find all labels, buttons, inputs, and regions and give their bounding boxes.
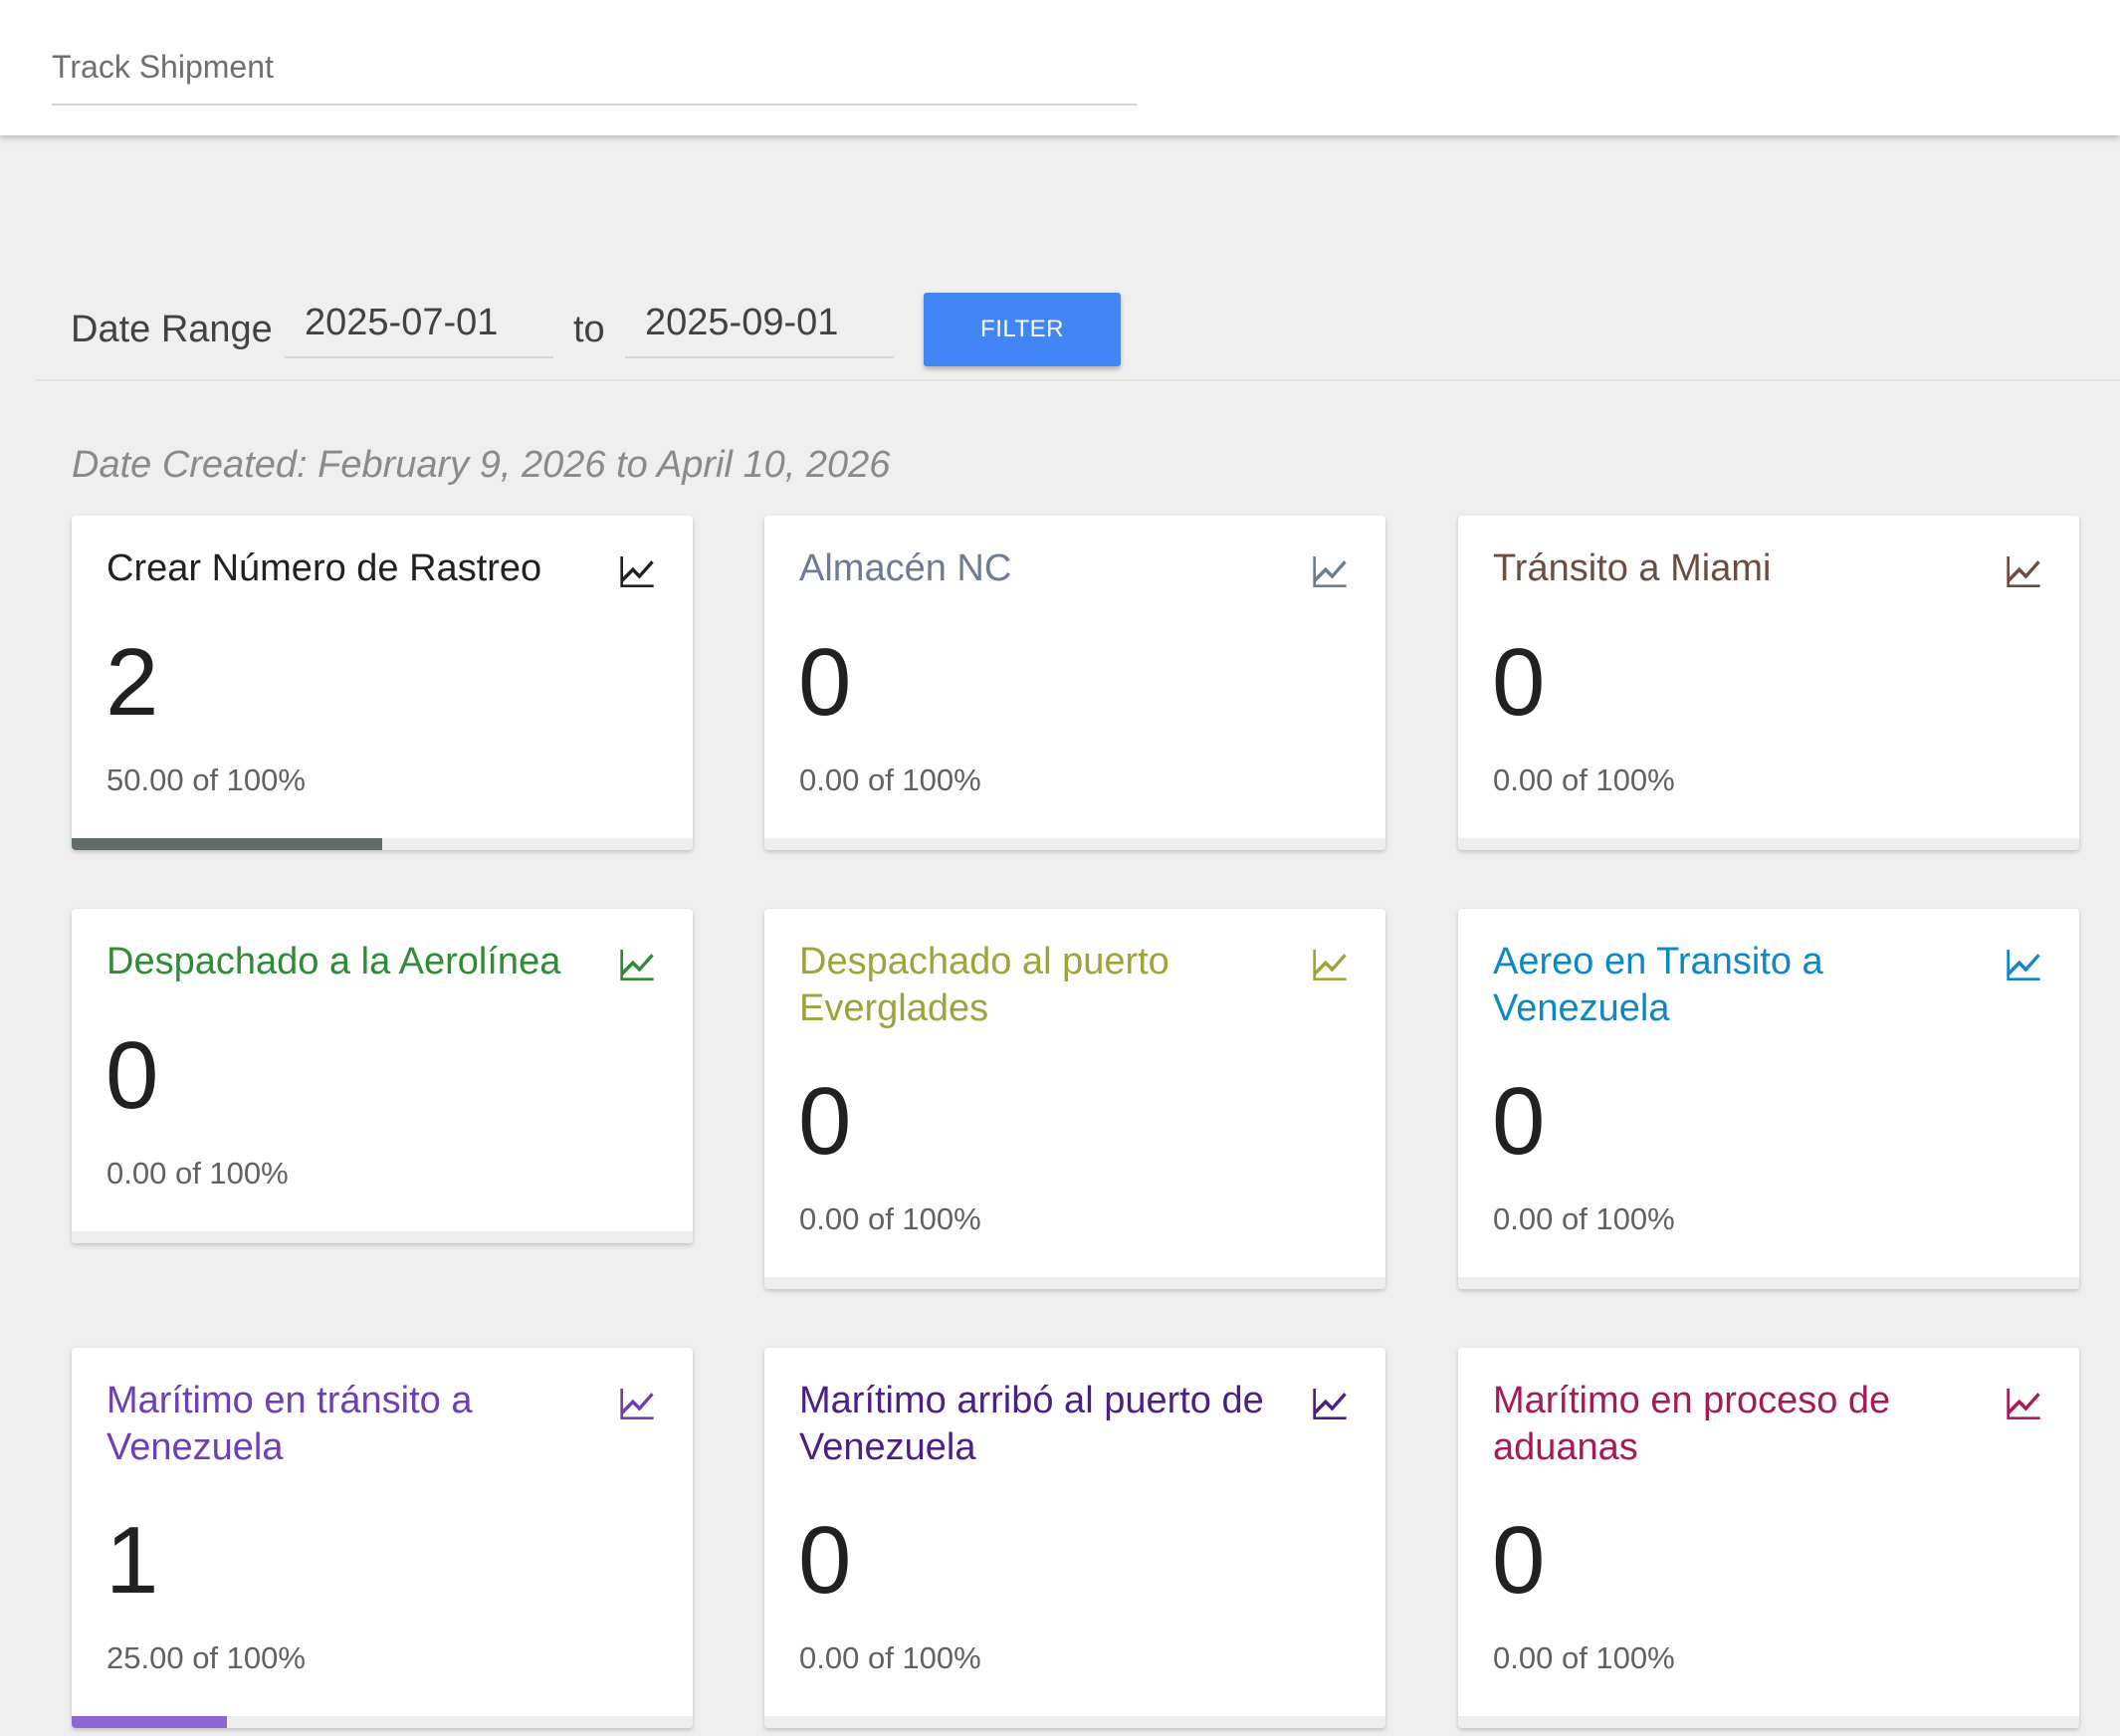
card-count: 1 bbox=[106, 1507, 159, 1614]
card-count: 0 bbox=[106, 1022, 159, 1129]
trending-up-chart-icon[interactable] bbox=[614, 551, 660, 591]
card-count: 0 bbox=[1492, 1068, 1546, 1175]
card-title: Despachado a la Aerolínea bbox=[106, 941, 561, 982]
card-percent: 0.00 of 100% bbox=[1493, 762, 1675, 797]
card-percent: 50.00 of 100% bbox=[106, 762, 306, 797]
trending-up-chart-icon[interactable] bbox=[2001, 945, 2046, 984]
trending-up-chart-icon[interactable] bbox=[2001, 551, 2046, 591]
card-percent: 0.00 of 100% bbox=[799, 762, 981, 797]
progress-track bbox=[1458, 838, 2079, 850]
status-card[interactable]: Tránsito a Miami 0 0.00 of 100% bbox=[1458, 516, 2079, 850]
trending-up-chart-icon[interactable] bbox=[1307, 1384, 1353, 1423]
status-card[interactable]: Marítimo arribó al puerto de Venezuela 0… bbox=[764, 1348, 1385, 1728]
progress-track bbox=[72, 838, 693, 850]
date-from-field[interactable] bbox=[285, 289, 553, 358]
card-percent: 0.00 of 100% bbox=[1493, 1640, 1675, 1675]
date-range-filter: Date Range to FILTER bbox=[0, 289, 2120, 380]
card-count: 0 bbox=[1492, 1507, 1546, 1614]
progress-track bbox=[764, 1277, 1385, 1289]
status-card[interactable]: Marítimo en tránsito a Venezuela 1 25.00… bbox=[72, 1348, 693, 1728]
card-count: 0 bbox=[798, 1068, 852, 1175]
status-card[interactable]: Despachado a la Aerolínea 0 0.00 of 100% bbox=[72, 909, 693, 1243]
progress-track bbox=[764, 1716, 1385, 1728]
card-title: Marítimo en proceso de aduanas bbox=[1493, 1380, 1891, 1468]
card-title: Crear Número de Rastreo bbox=[106, 547, 542, 589]
trending-up-chart-icon[interactable] bbox=[614, 1384, 660, 1423]
progress-track bbox=[1458, 1716, 2079, 1728]
date-to-field[interactable] bbox=[625, 289, 894, 358]
date-range-label: Date Range bbox=[71, 309, 273, 350]
progress-track bbox=[1458, 1277, 2079, 1289]
status-card[interactable]: Despachado al puerto Everglades 0 0.00 o… bbox=[764, 909, 1385, 1289]
card-count: 0 bbox=[798, 1507, 852, 1614]
card-title: Aereo en Transito a Venezuela bbox=[1493, 941, 1823, 1029]
card-percent: 0.00 of 100% bbox=[799, 1201, 981, 1236]
trending-up-chart-icon[interactable] bbox=[614, 945, 660, 984]
card-title: Almacén NC bbox=[799, 547, 1012, 589]
card-percent: 25.00 of 100% bbox=[106, 1640, 306, 1675]
status-card[interactable]: Almacén NC 0 0.00 of 100% bbox=[764, 516, 1385, 850]
card-title: Marítimo en tránsito a Venezuela bbox=[106, 1380, 473, 1468]
card-percent: 0.00 of 100% bbox=[799, 1640, 981, 1675]
status-card[interactable]: Crear Número de Rastreo 2 50.00 of 100% bbox=[72, 516, 693, 850]
card-title: Marítimo arribó al puerto de Venezuela bbox=[799, 1380, 1264, 1468]
track-shipment-input[interactable] bbox=[52, 30, 1137, 106]
trending-up-chart-icon[interactable] bbox=[1307, 551, 1353, 591]
status-card[interactable]: Marítimo en proceso de aduanas 0 0.00 of… bbox=[1458, 1348, 2079, 1728]
filter-button[interactable]: FILTER bbox=[924, 293, 1121, 366]
date-created-text: Date Created: February 9, 2026 to April … bbox=[72, 444, 891, 486]
progress-track bbox=[764, 838, 1385, 850]
status-card[interactable]: Aereo en Transito a Venezuela 0 0.00 of … bbox=[1458, 909, 2079, 1289]
card-percent: 0.00 of 100% bbox=[106, 1156, 289, 1191]
card-title: Despachado al puerto Everglades bbox=[799, 941, 1169, 1029]
card-title: Tránsito a Miami bbox=[1493, 547, 1772, 589]
card-count: 2 bbox=[106, 629, 159, 736]
card-percent: 0.00 of 100% bbox=[1493, 1201, 1675, 1236]
progress-track bbox=[72, 1716, 693, 1728]
card-count: 0 bbox=[798, 629, 852, 736]
trending-up-chart-icon[interactable] bbox=[1307, 945, 1353, 984]
progress-fill bbox=[72, 838, 382, 850]
progress-track bbox=[72, 1231, 693, 1243]
top-bar bbox=[0, 0, 2120, 135]
progress-fill bbox=[72, 1716, 227, 1728]
card-count: 0 bbox=[1492, 629, 1546, 736]
trending-up-chart-icon[interactable] bbox=[2001, 1384, 2046, 1423]
divider bbox=[36, 379, 2120, 381]
date-to-label: to bbox=[573, 309, 605, 350]
